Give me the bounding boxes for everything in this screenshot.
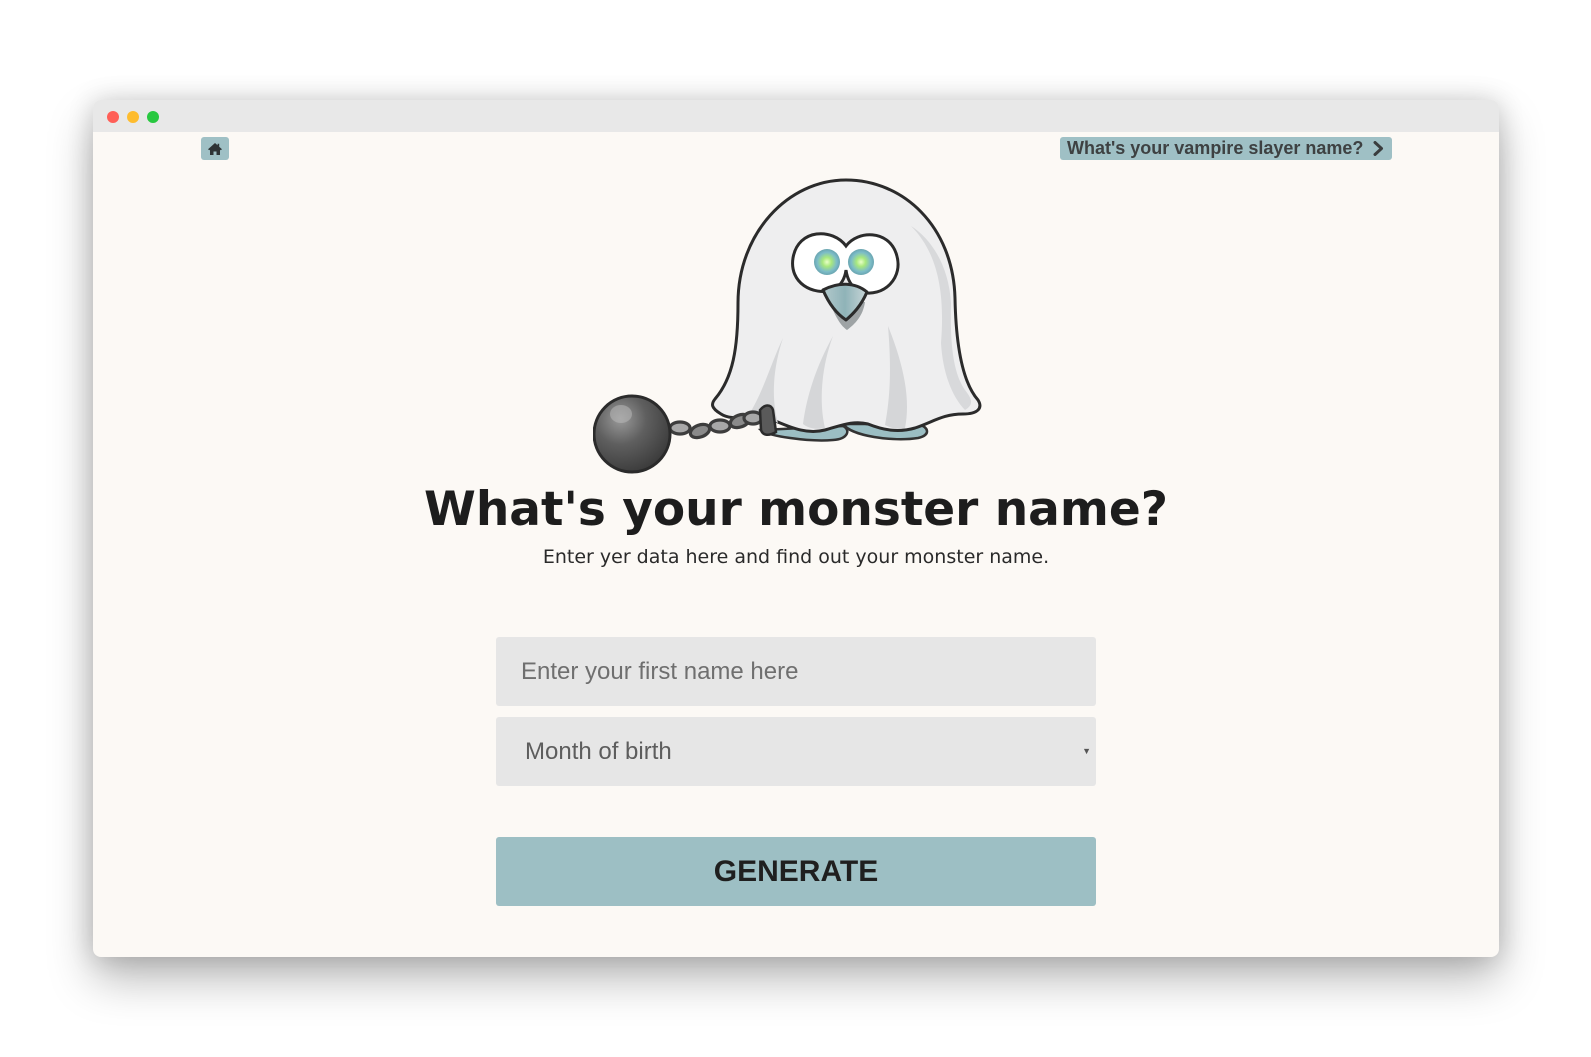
home-icon bbox=[208, 142, 222, 155]
next-link-label: What's your vampire slayer name? bbox=[1067, 138, 1364, 158]
maximize-window-button[interactable] bbox=[147, 111, 159, 123]
generate-button[interactable]: GENERATE bbox=[496, 837, 1096, 906]
first-name-input[interactable] bbox=[496, 637, 1096, 706]
month-select-value: Month of birth bbox=[525, 737, 672, 765]
ghost-illustration bbox=[593, 178, 982, 474]
page-subtitle: Enter yer data here and find out your mo… bbox=[542, 546, 1050, 568]
month-of-birth-select[interactable]: Month of birth ▼ bbox=[496, 717, 1096, 786]
window-titlebar bbox=[93, 100, 1499, 132]
vampire-slayer-name-link[interactable]: What's your vampire slayer name? bbox=[1060, 137, 1392, 160]
dropdown-arrow-icon: ▼ bbox=[1082, 746, 1091, 756]
home-button[interactable] bbox=[201, 137, 229, 160]
minimize-window-button[interactable] bbox=[127, 111, 139, 123]
close-window-button[interactable] bbox=[107, 111, 119, 123]
chevron-right-icon bbox=[1373, 141, 1383, 156]
browser-window: What's your vampire slayer name? What's … bbox=[93, 100, 1499, 957]
page-title: What's your monster name? bbox=[423, 482, 1168, 537]
